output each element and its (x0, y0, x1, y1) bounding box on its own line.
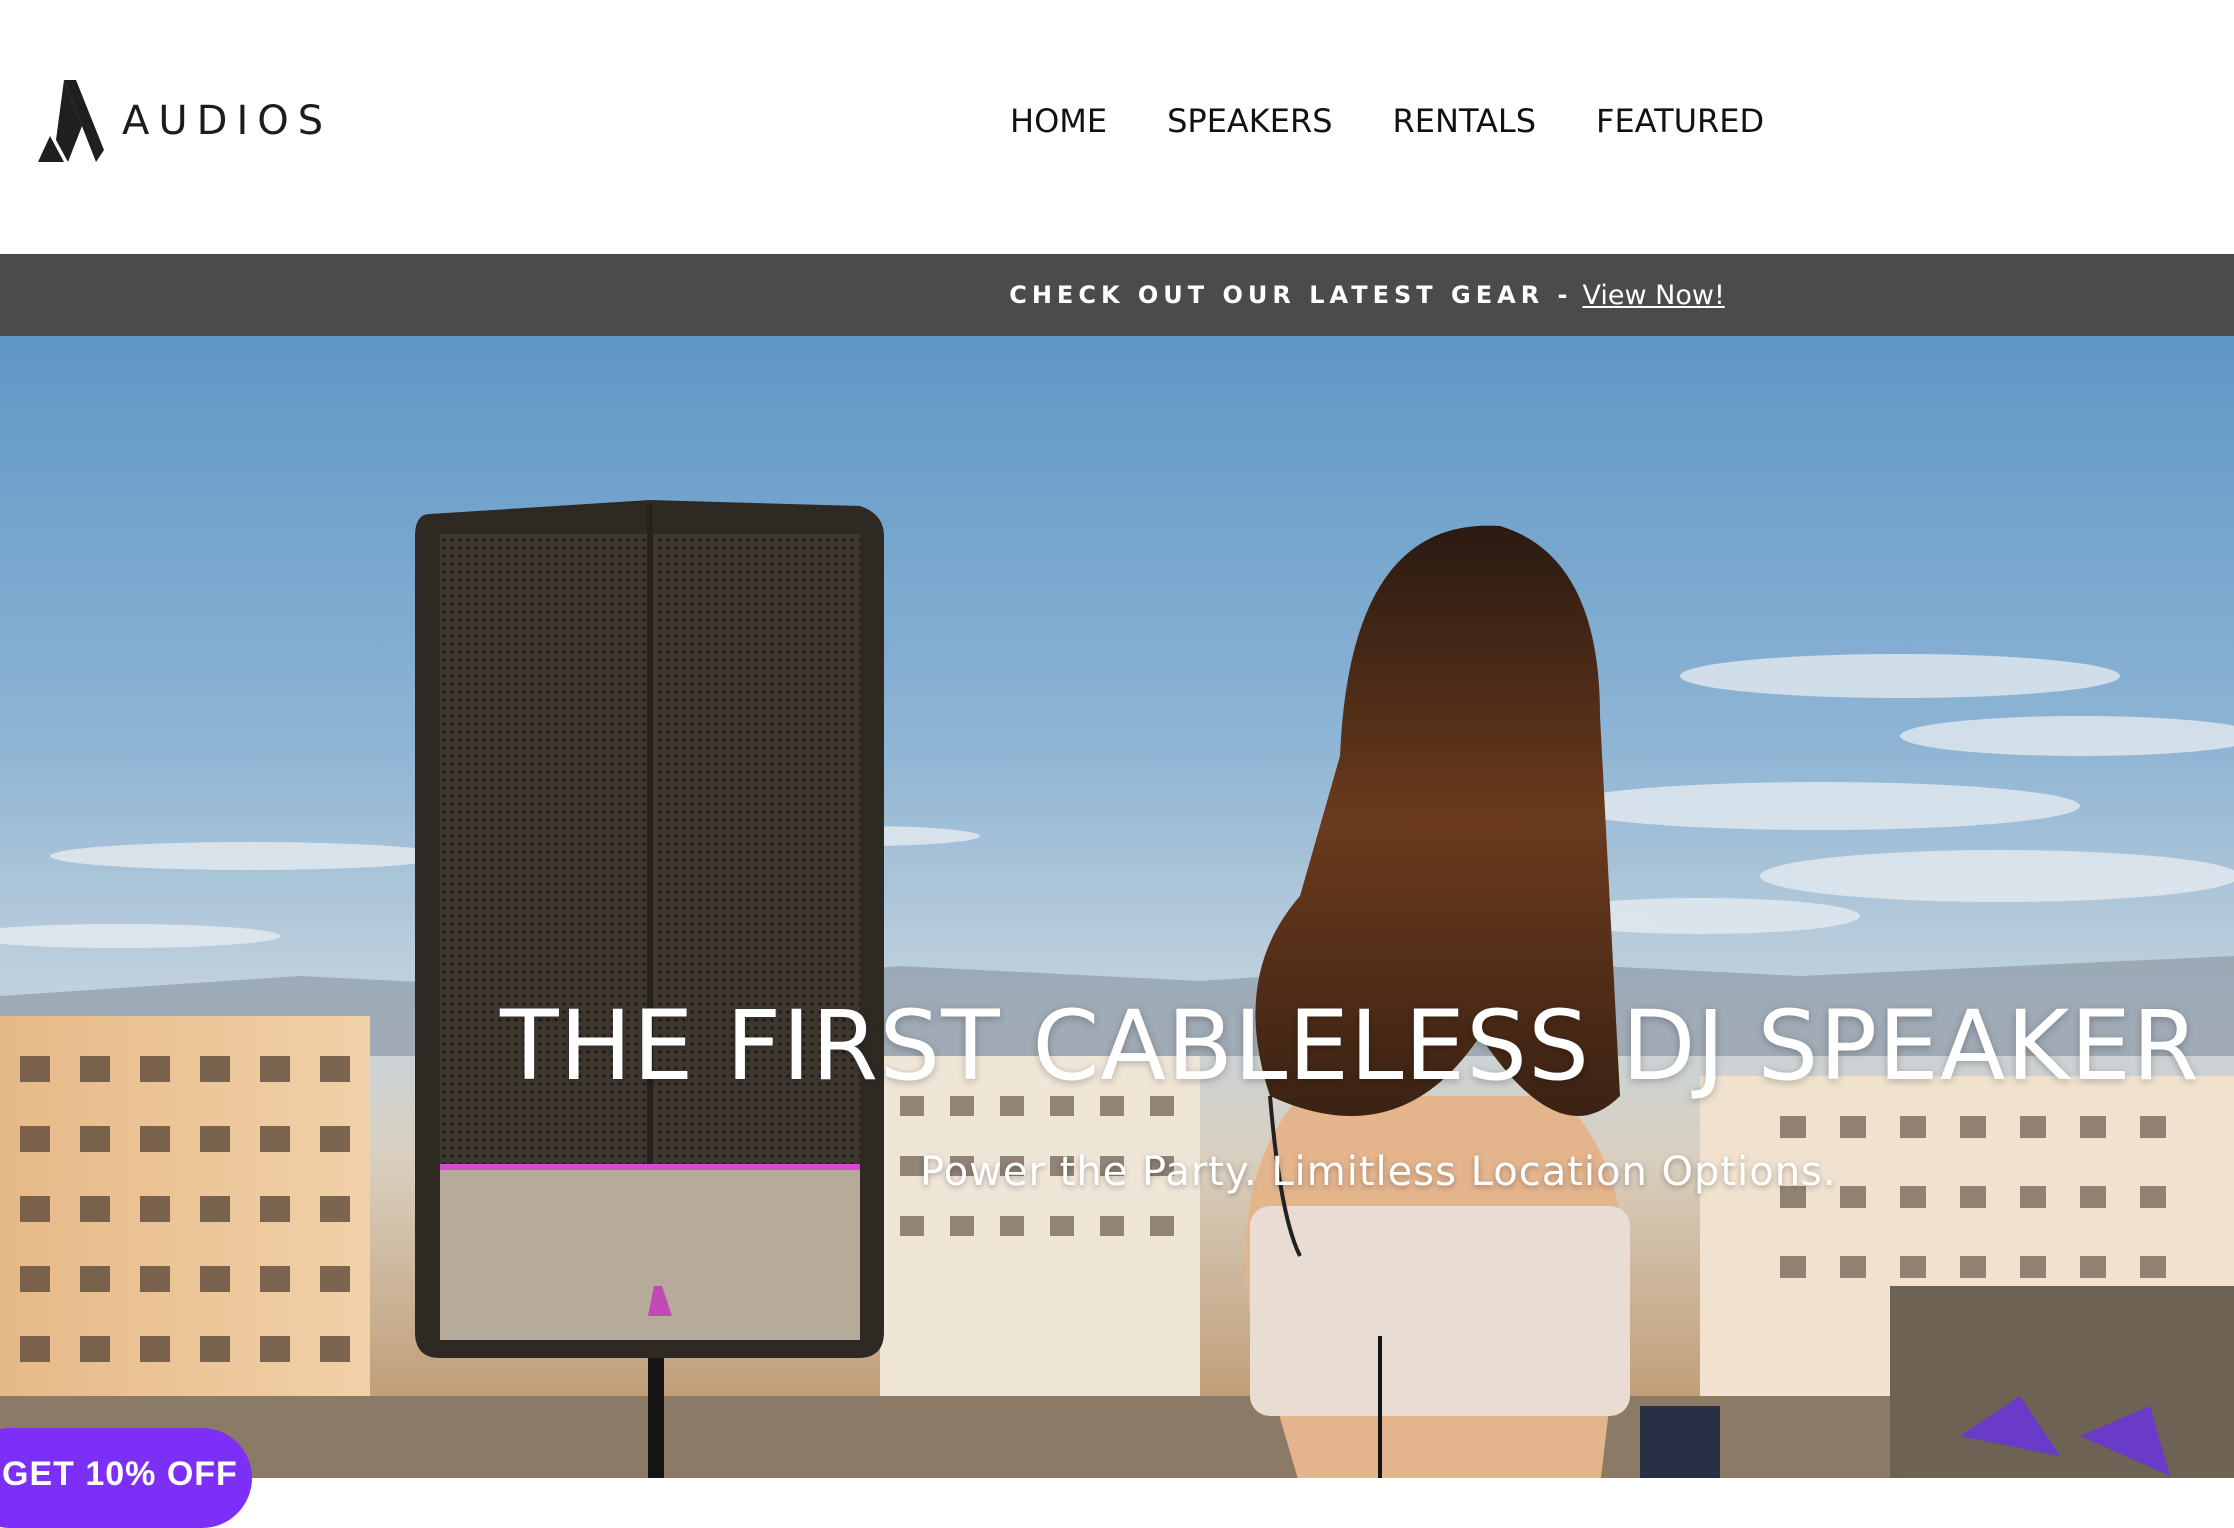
audios-logo-icon (38, 80, 104, 162)
brand-name: AUDIOS (122, 98, 333, 144)
main-nav: HOME SPEAKERS RENTALS FEATURED (1010, 96, 1764, 146)
announcement-text: CHECK OUT OUR LATEST GEAR - (1009, 281, 1573, 309)
hero-subtitle: Power the Party. Limitless Location Opti… (920, 1149, 1837, 1195)
site-header: AUDIOS HOME SPEAKERS RENTALS FEATURED (0, 0, 2234, 254)
brand-logo[interactable]: AUDIOS (38, 78, 332, 164)
nav-speakers[interactable]: SPEAKERS (1167, 96, 1332, 146)
hero-banner: THE FIRST CABLELESS DJ SPEAKER Power the… (0, 336, 2234, 1478)
announcement-view-now-link[interactable]: View Now! (1582, 280, 1724, 311)
get-discount-button[interactable]: GET 10% OFF (0, 1428, 252, 1528)
nav-rentals[interactable]: RENTALS (1393, 96, 1536, 146)
nav-featured[interactable]: FEATURED (1596, 96, 1764, 146)
promo-label: GET 10% OFF (2, 1455, 238, 1493)
hero-background-image (0, 336, 2234, 1478)
hero-title: THE FIRST CABLELESS DJ SPEAKER (500, 990, 2200, 1102)
announcement-bar: CHECK OUT OUR LATEST GEAR - View Now! (0, 254, 2234, 336)
nav-home[interactable]: HOME (1010, 96, 1107, 146)
